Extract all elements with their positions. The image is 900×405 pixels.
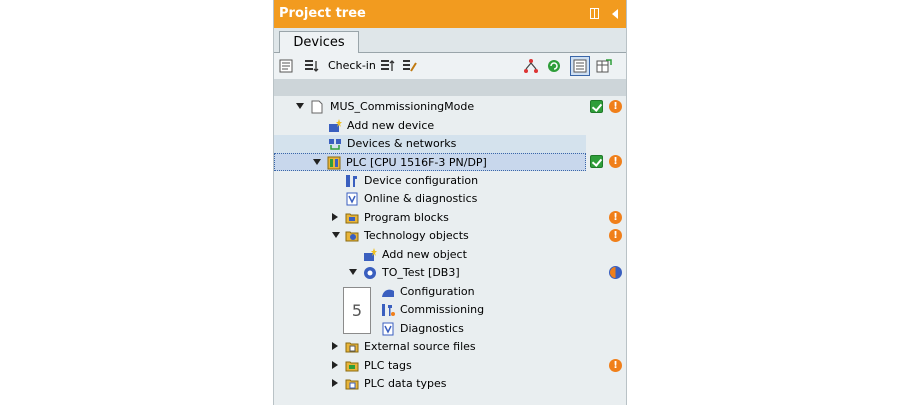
status-warning-icon: ! bbox=[609, 155, 622, 168]
tree-item-device-configuration[interactable]: Device configuration bbox=[274, 172, 586, 190]
tab-devices[interactable]: Devices bbox=[279, 31, 359, 53]
tree-item-configuration[interactable]: Configuration bbox=[274, 283, 586, 301]
table-export-icon[interactable] bbox=[596, 58, 612, 74]
status-warning-icon: ! bbox=[609, 359, 622, 372]
tree-item-plc-data-types[interactable]: PLC data types bbox=[274, 375, 586, 393]
expand-toggle-icon[interactable] bbox=[296, 103, 304, 109]
online-diagnostics-icon bbox=[346, 192, 358, 206]
commissioning-icon bbox=[382, 304, 395, 316]
tree-item-plc-tags[interactable]: PLC tags bbox=[274, 357, 586, 375]
callout-number: 5 bbox=[343, 287, 371, 334]
tree-item-label: Commissioning bbox=[400, 303, 485, 316]
expand-toggle-icon[interactable] bbox=[349, 269, 357, 275]
status-ok-icon bbox=[590, 155, 603, 168]
status-warning-icon: ! bbox=[609, 211, 622, 224]
expand-toggle-icon[interactable] bbox=[332, 361, 338, 369]
tree-item-add-new-object[interactable]: Add new object bbox=[274, 246, 586, 264]
pin-icon[interactable] bbox=[590, 8, 599, 19]
network-icon[interactable] bbox=[523, 58, 539, 74]
tree-item-label: Online & diagnostics bbox=[364, 192, 478, 205]
properties-icon[interactable] bbox=[279, 58, 295, 74]
plc-tags-folder-icon bbox=[345, 361, 359, 372]
tree-item-program-blocks[interactable]: Program blocks bbox=[274, 209, 586, 227]
expand-toggle-icon[interactable] bbox=[313, 159, 321, 165]
tree-item-plc[interactable]: PLC [CPU 1516F-3 PN/DP] bbox=[274, 153, 586, 171]
tree-item-external-source-files[interactable]: External source files bbox=[274, 338, 586, 356]
tree-item-label: Program blocks bbox=[364, 211, 449, 224]
tree-item-label: PLC tags bbox=[364, 359, 412, 372]
technology-objects-folder-icon bbox=[345, 231, 359, 242]
tree-item-online-diagnostics[interactable]: Online & diagnostics bbox=[274, 190, 586, 208]
plc-icon bbox=[327, 156, 341, 170]
tree-item-label: External source files bbox=[364, 340, 476, 353]
column-header-bar bbox=[274, 79, 626, 96]
refresh-icon[interactable] bbox=[546, 58, 562, 74]
device-configuration-icon bbox=[346, 175, 357, 187]
tree-item-add-new-device[interactable]: Add new device bbox=[274, 117, 586, 135]
expand-toggle-icon[interactable] bbox=[332, 232, 340, 238]
expand-toggle-icon[interactable] bbox=[332, 379, 338, 387]
add-device-icon bbox=[329, 119, 342, 132]
toolbar: Check-in bbox=[274, 53, 626, 79]
checkin-button[interactable]: Check-in bbox=[328, 59, 376, 72]
tab-bar: Devices bbox=[274, 28, 626, 53]
tree-item-project[interactable]: MUS_CommissioningMode bbox=[274, 98, 586, 116]
expand-toggle-icon[interactable] bbox=[332, 213, 338, 221]
tree-item-label: Technology objects bbox=[364, 229, 469, 242]
tree-item-label: PLC data types bbox=[364, 377, 447, 390]
expand-toggle-icon[interactable] bbox=[332, 342, 338, 350]
tree-item-label: TO_Test [DB3] bbox=[382, 266, 460, 279]
tree-item-label: Configuration bbox=[400, 285, 475, 298]
tree-item-label: Devices & networks bbox=[347, 137, 457, 150]
tree-item-label: MUS_CommissioningMode bbox=[330, 100, 475, 113]
add-object-icon bbox=[364, 248, 377, 261]
program-blocks-folder-icon bbox=[345, 213, 359, 224]
tree-item-diagnostics[interactable]: Diagnostics bbox=[274, 320, 586, 338]
tree-item-to-test[interactable]: TO_Test [DB3] bbox=[274, 264, 586, 282]
project-icon bbox=[311, 100, 323, 114]
configuration-icon bbox=[382, 289, 394, 297]
tree-item-label: PLC [CPU 1516F-3 PN/DP] bbox=[346, 156, 487, 169]
tree-item-label: Diagnostics bbox=[400, 322, 464, 335]
title-bar: Project tree bbox=[274, 0, 626, 28]
status-warning-icon: ! bbox=[609, 229, 622, 242]
folder-icon bbox=[345, 342, 359, 353]
status-ok-icon bbox=[590, 100, 603, 113]
tree-item-label: Add new object bbox=[382, 248, 467, 261]
tree-item-devices-networks[interactable]: Devices & networks bbox=[274, 135, 586, 153]
edit-list-icon[interactable] bbox=[402, 58, 418, 74]
tree-item-label: Add new device bbox=[347, 119, 435, 132]
detail-view-icon[interactable] bbox=[570, 56, 590, 76]
status-warning-icon: ! bbox=[609, 100, 622, 113]
devices-networks-icon bbox=[329, 139, 341, 150]
tree-item-label: Device configuration bbox=[364, 174, 479, 187]
project-tree-panel: Project tree Devices Check-in MUS_Commis… bbox=[273, 0, 627, 405]
tree-item-commissioning[interactable]: Commissioning bbox=[274, 301, 586, 319]
sort-up-icon[interactable] bbox=[380, 58, 396, 74]
status-partial-icon bbox=[609, 266, 622, 279]
plc-data-types-folder-icon bbox=[345, 379, 359, 390]
collapse-arrow-icon[interactable] bbox=[612, 9, 618, 19]
diagnostics-icon bbox=[382, 322, 394, 336]
panel-title: Project tree bbox=[279, 6, 366, 21]
tree-item-technology-objects[interactable]: Technology objects bbox=[274, 227, 586, 245]
checkout-sort-icon[interactable] bbox=[304, 58, 320, 74]
technology-object-icon bbox=[364, 267, 376, 279]
